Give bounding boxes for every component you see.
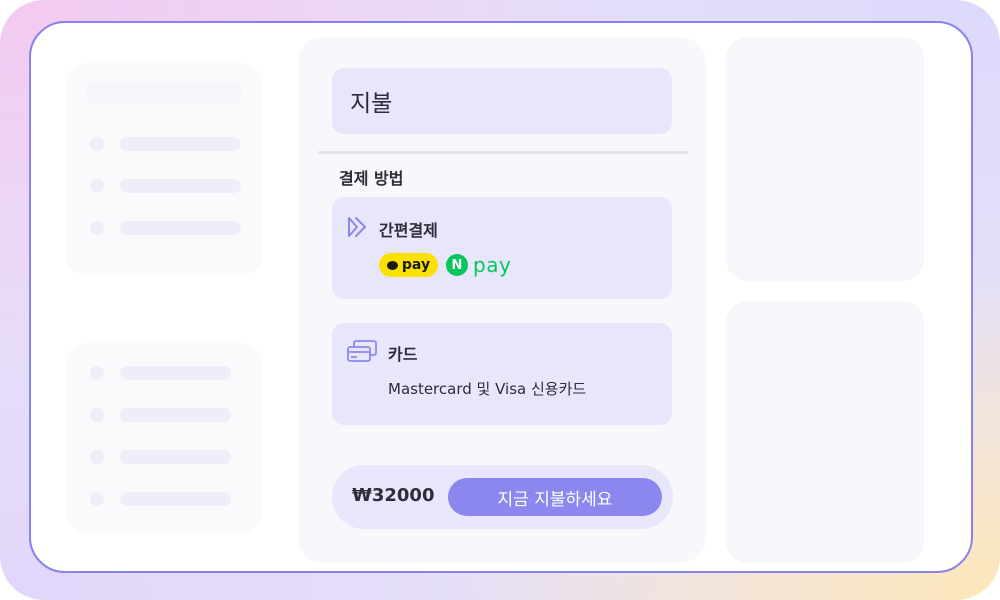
skeleton-bar — [120, 221, 241, 235]
skeleton-bar — [120, 450, 231, 464]
chat-bubble-icon — [386, 260, 398, 270]
placeholder-card-top — [726, 37, 924, 281]
kakaopay-label: pay — [401, 257, 431, 273]
sidebar-skeleton-item — [90, 366, 231, 380]
skeleton-dot — [90, 179, 104, 193]
easy-payment-label: 간편결제 — [379, 221, 438, 240]
payment-panel: 지불 결제 방법 간편결제 pay N pay 카드 Mastercard 및 … — [298, 37, 706, 563]
sidebar-skeleton-item — [90, 179, 241, 193]
skeleton-dot — [90, 221, 104, 235]
card-description: Mastercard 및 Visa 신용카드 — [388, 380, 587, 398]
skeleton-dot — [90, 137, 104, 151]
skeleton-bar — [120, 492, 231, 506]
skeleton-bar — [120, 408, 231, 422]
sidebar-skeleton-item — [90, 221, 241, 235]
device-frame: 지불 결제 방법 간편결제 pay N pay 카드 Mastercard 및 … — [29, 21, 973, 573]
kakaopay-button[interactable]: pay — [379, 253, 438, 277]
sidebar-skeleton-item — [90, 450, 231, 464]
payment-title: 지불 — [350, 91, 393, 117]
naverpay-label: pay — [473, 253, 512, 277]
skeleton-dot — [90, 450, 104, 464]
sidebar-skeleton-bottom — [66, 343, 262, 533]
skeleton-bar — [120, 179, 241, 193]
payment-title-box: 지불 — [332, 68, 672, 134]
payment-method-label: 결제 방법 — [339, 169, 404, 188]
total-price: ₩32000 — [352, 485, 435, 506]
divider — [318, 151, 688, 154]
app-background: 지불 결제 방법 간편결제 pay N pay 카드 Mastercard 및 … — [0, 0, 1000, 600]
fast-forward-icon — [346, 215, 368, 243]
card-payment-option[interactable]: 카드 Mastercard 및 Visa 신용카드 — [332, 323, 672, 425]
card-label: 카드 — [388, 345, 418, 364]
skeleton-dot — [90, 492, 104, 506]
skeleton-bar — [120, 137, 241, 151]
naver-n-icon: N — [446, 254, 468, 276]
skeleton-bar — [120, 366, 231, 380]
sidebar-skeleton-item — [90, 137, 241, 151]
skeleton-dot — [90, 408, 104, 422]
easy-payment-option[interactable]: 간편결제 pay N pay — [332, 197, 672, 299]
credit-card-icon — [346, 339, 378, 367]
naverpay-button[interactable]: N pay — [446, 253, 511, 277]
sidebar-skeleton-top — [66, 63, 262, 275]
sidebar-skeleton-item — [90, 492, 231, 506]
placeholder-card-bottom — [726, 301, 924, 563]
checkout-bar: ₩32000 지금 지불하세요 — [332, 465, 673, 529]
pay-now-button[interactable]: 지금 지불하세요 — [448, 478, 662, 516]
skeleton-dot — [90, 366, 104, 380]
sidebar-skeleton-header — [86, 83, 242, 105]
sidebar-skeleton-item — [90, 408, 231, 422]
